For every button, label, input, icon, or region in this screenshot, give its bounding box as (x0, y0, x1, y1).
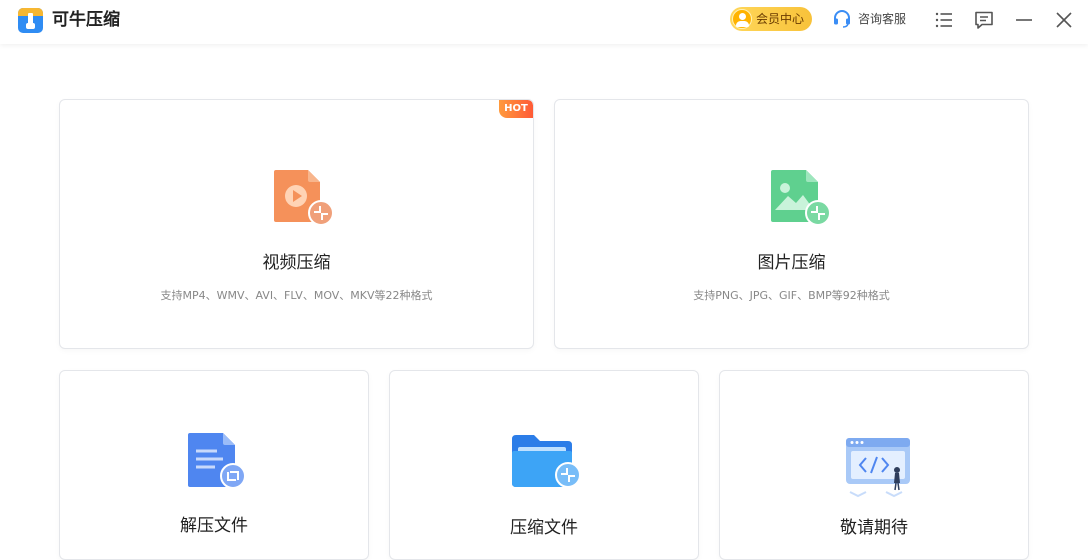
video-compress-title: 视频压缩 (262, 253, 331, 273)
image-file-icon (771, 170, 831, 226)
hot-badge: HOT (499, 100, 533, 118)
coming-soon-title: 敬请期待 (840, 518, 908, 538)
image-compress-title: 图片压缩 (757, 253, 826, 273)
video-compress-card[interactable]: HOT 视频压缩 支持MP4、WMV、AVI、FLV、MOV、MKV等22种格式 (59, 99, 534, 349)
feedback-icon[interactable] (974, 10, 994, 30)
extract-document-icon (188, 433, 246, 489)
close-icon[interactable] (1054, 10, 1074, 30)
video-file-icon (274, 170, 334, 226)
minimize-icon[interactable] (1014, 10, 1034, 30)
vip-center-button[interactable]: 会员中心 (730, 7, 812, 31)
extract-file-title: 解压文件 (180, 516, 248, 536)
customer-service-label: 咨询客服 (858, 12, 907, 26)
image-compress-card[interactable]: 图片压缩 支持PNG、JPG、GIF、BMP等92种格式 (554, 99, 1029, 349)
video-compress-desc: 支持MP4、WMV、AVI、FLV、MOV、MKV等22种格式 (160, 289, 433, 302)
app-logo-icon (18, 8, 43, 33)
coming-soon-card: 敬请期待 (719, 370, 1029, 560)
image-compress-desc: 支持PNG、JPG、GIF、BMP等92种格式 (693, 289, 890, 302)
coding-screen-icon (846, 438, 910, 498)
compress-folder-icon (512, 435, 581, 488)
user-avatar-icon (732, 9, 752, 29)
app-title: 可牛压缩 (52, 10, 120, 30)
menu-list-icon[interactable] (934, 10, 954, 30)
compress-file-card[interactable]: 压缩文件 (389, 370, 699, 560)
title-bar: 可牛压缩 会员中心 咨询客服 (0, 0, 1088, 44)
extract-file-card[interactable]: 解压文件 (59, 370, 369, 560)
vip-center-label: 会员中心 (756, 12, 805, 26)
compress-file-title: 压缩文件 (510, 518, 578, 538)
headset-icon (834, 10, 850, 28)
